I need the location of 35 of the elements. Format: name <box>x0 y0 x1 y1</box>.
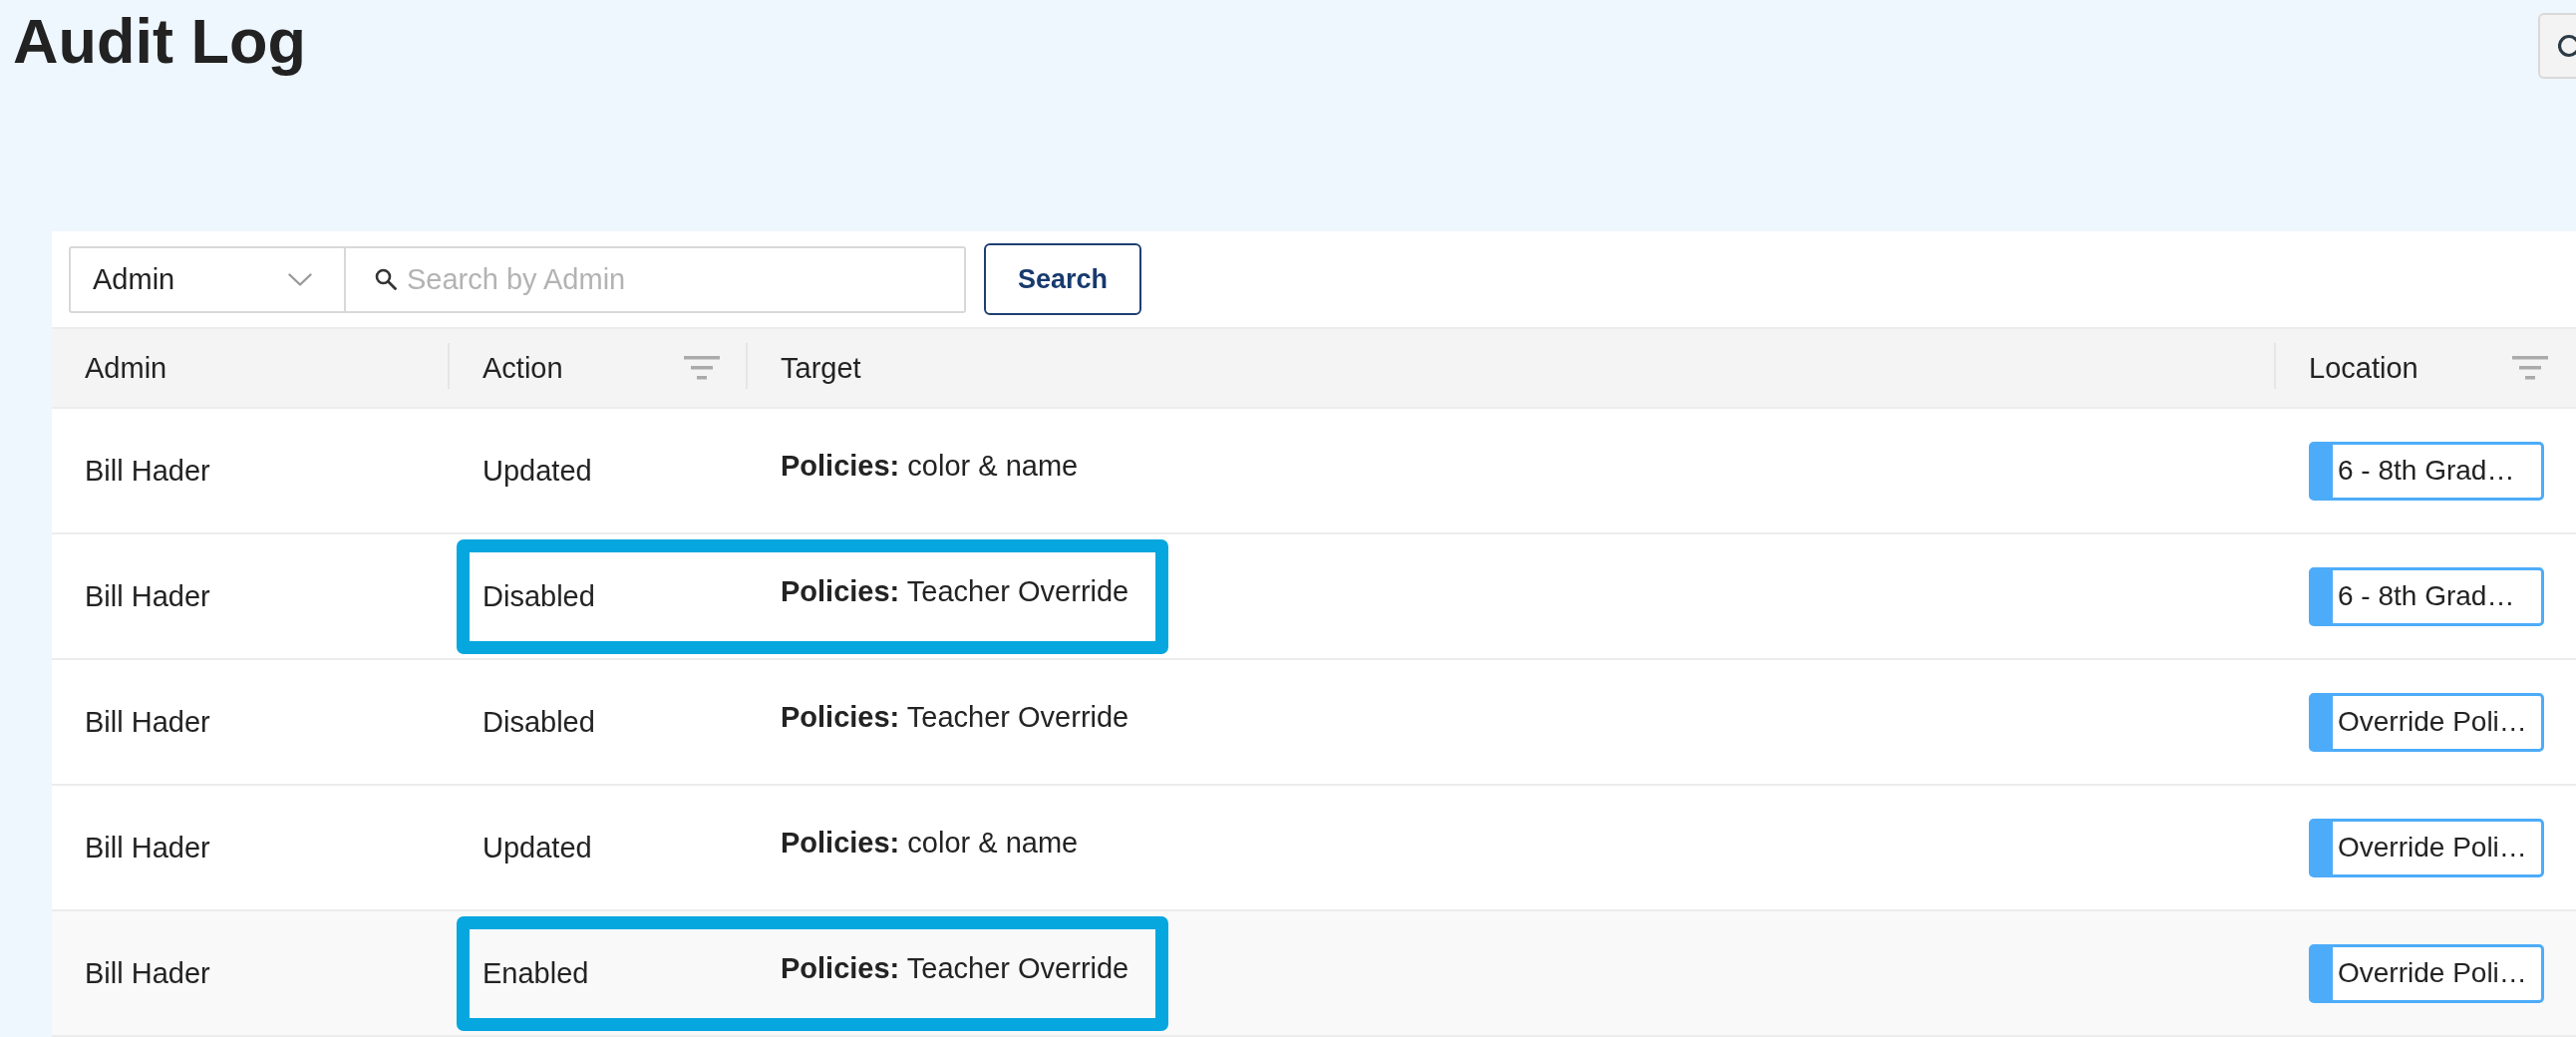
admin-name: Bill Hader <box>85 705 210 739</box>
target-text: Policies: Teacher Override <box>781 700 1129 734</box>
filter-icon[interactable] <box>684 356 720 380</box>
admin-name: Bill Hader <box>85 579 210 613</box>
admin-name: Bill Hader <box>85 956 210 990</box>
action-text: Updated <box>483 831 592 864</box>
action-text: Disabled <box>483 705 595 739</box>
target-text: Policies: color & name <box>781 449 1079 483</box>
search-field[interactable]: Search by Admin <box>346 245 966 313</box>
action-text: Updated <box>483 454 592 488</box>
location-tag: Override Poli… <box>2309 692 2544 752</box>
toolbar-button[interactable] <box>2538 13 2576 79</box>
action-text: Disabled <box>483 579 595 613</box>
location-tag: Override Poli… <box>2309 943 2544 1003</box>
table-row[interactable]: Bill Hader Enabled Policies: Teacher Override Override Poli… <box>52 911 2576 1037</box>
admin-name: Bill Hader <box>85 454 210 488</box>
column-header: Location <box>2309 351 2418 385</box>
search-button[interactable]: Search <box>984 243 1141 315</box>
filter-dropdown[interactable]: Admin <box>69 245 346 313</box>
location-tag: 6 - 8th Grad… <box>2309 441 2544 501</box>
target-text: Policies: Teacher Override <box>781 951 1129 985</box>
column-header: Target <box>781 351 861 385</box>
filter-icon[interactable] <box>2512 356 2548 380</box>
ring-icon <box>2558 34 2576 58</box>
chevron-down-icon <box>288 272 312 286</box>
column-header: Admin <box>85 351 167 385</box>
target-text: Policies: color & name <box>781 826 1079 860</box>
search-icon <box>375 267 397 290</box>
page-title: Audit Log <box>13 5 306 77</box>
location-tag: Override Poli… <box>2309 818 2544 877</box>
action-text: Enabled <box>483 956 589 990</box>
location-tag: 6 - 8th Grad… <box>2309 566 2544 626</box>
column-header: Action <box>483 351 563 385</box>
target-text: Policies: Teacher Override <box>781 574 1129 608</box>
admin-name: Bill Hader <box>85 831 210 864</box>
